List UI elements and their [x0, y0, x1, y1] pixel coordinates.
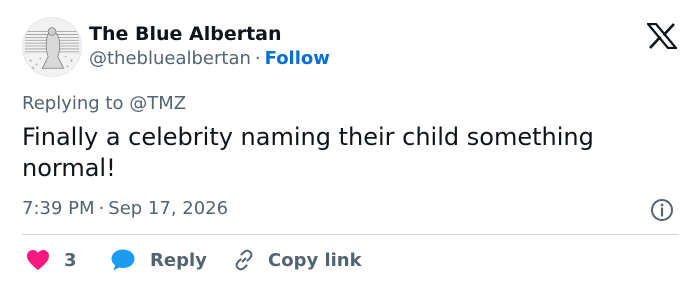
x-logo-icon[interactable]: [645, 22, 679, 50]
tweet-card: The Blue Albertan @thebluealbertan · Follo…: [0, 0, 700, 287]
author-handle-row: @thebluealbertan · Follow: [89, 48, 330, 69]
copy-link-button[interactable]: Copy link: [232, 246, 362, 274]
reply-context: Replying to @TMZ: [22, 93, 186, 114]
follow-button[interactable]: Follow: [265, 48, 330, 69]
avatar-image: [23, 18, 81, 76]
like-count: 3: [64, 249, 77, 271]
like-button[interactable]: 3: [26, 246, 77, 274]
author-handle[interactable]: @thebluealbertan: [89, 48, 251, 69]
tweet-text: Finally a celebrity naming their child s…: [22, 123, 594, 182]
reply-button[interactable]: Reply: [110, 246, 207, 274]
avatar[interactable]: [22, 17, 82, 77]
copy-link-label: Copy link: [268, 249, 362, 271]
divider: [22, 234, 679, 235]
tweet-date: Sep 17, 2026: [108, 198, 229, 219]
link-icon: [235, 249, 253, 271]
reply-prefix: Replying to: [22, 93, 124, 114]
author-name[interactable]: The Blue Albertan: [89, 23, 282, 45]
info-icon[interactable]: [650, 198, 674, 222]
tweet-time: 7:39 PM: [22, 198, 95, 219]
action-bar: 3 Reply Copy link: [22, 246, 682, 274]
speech-bubble-icon: [111, 249, 135, 271]
separator-dot: ·: [98, 198, 105, 219]
tweet-timestamp[interactable]: 7:39 PM · Sep 17, 2026: [22, 198, 228, 219]
separator-dot: ·: [254, 48, 261, 69]
heart-icon: [27, 250, 49, 270]
reply-label: Reply: [150, 249, 207, 271]
reply-mention[interactable]: @TMZ: [129, 93, 186, 114]
